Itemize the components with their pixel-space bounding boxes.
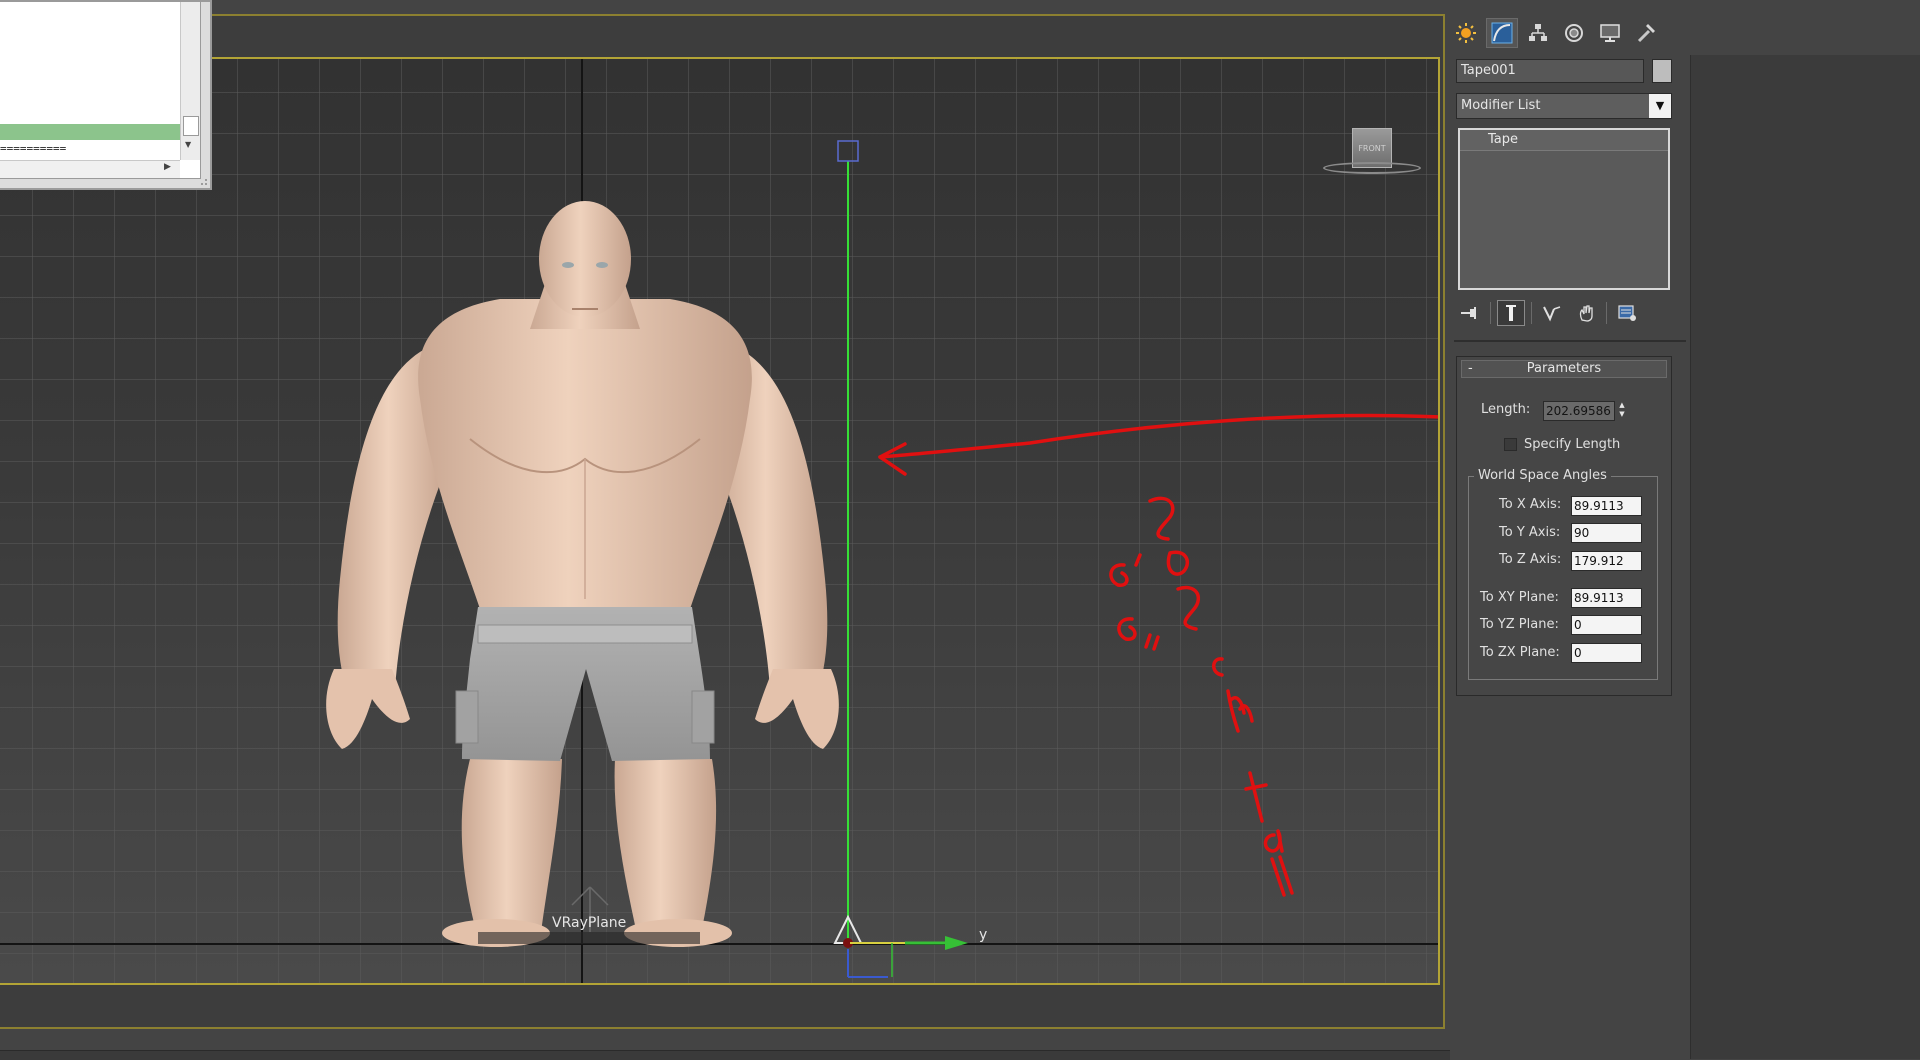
length-field[interactable]: 202.69586 <box>1543 401 1615 421</box>
display-icon <box>1600 24 1620 42</box>
toolbar-separator <box>1606 302 1607 324</box>
configure-sets-icon <box>1618 305 1636 321</box>
dialog-horizontal-scrollbar[interactable]: ▶ <box>0 160 180 178</box>
tab-create[interactable] <box>1450 18 1482 48</box>
resize-grip-icon[interactable] <box>200 178 208 186</box>
modifier-list-dropdown[interactable]: Modifier List ▼ <box>1456 93 1672 119</box>
dialog-vertical-scrollbar[interactable]: ▼ <box>180 2 200 160</box>
toolbar-separator <box>1531 302 1532 324</box>
world-space-angles-title: World Space Angles <box>1474 468 1611 483</box>
scroll-down-arrow-icon[interactable]: ▼ <box>185 140 191 149</box>
length-label: Length: <box>1481 402 1531 417</box>
configure-modifier-sets-button[interactable] <box>1613 300 1641 326</box>
modifier-stack-toolbar <box>1456 298 1672 328</box>
stack-item-tape[interactable]: Tape <box>1460 130 1668 151</box>
spinner-up-icon[interactable]: ▲ <box>1615 401 1629 410</box>
command-panel-tabs <box>1450 18 1662 48</box>
viewcube-face-label: FRONT <box>1358 144 1386 153</box>
make-unique-button[interactable] <box>1538 300 1566 326</box>
panel-divider <box>1454 340 1686 342</box>
to-zx-plane-field[interactable]: 0 <box>1571 643 1642 663</box>
scroll-right-arrow-icon[interactable]: ▶ <box>164 162 171 172</box>
hammer-icon <box>1637 24 1655 43</box>
dialog-separator-row[interactable]: ========== <box>0 140 180 158</box>
spinner-down-icon[interactable]: ▼ <box>1615 410 1629 419</box>
tab-modify[interactable] <box>1486 18 1518 48</box>
to-zx-plane-label: To ZX Plane: <box>1480 645 1560 660</box>
to-z-axis-field[interactable]: 179.912 <box>1571 551 1642 571</box>
motion-icon <box>1565 24 1583 42</box>
specify-length-checkbox[interactable] <box>1504 438 1517 451</box>
curve-icon <box>1491 22 1513 44</box>
object-color-swatch[interactable] <box>1652 59 1672 83</box>
viewcube-compass-ring[interactable] <box>1323 162 1421 174</box>
parameters-rollout-header[interactable]: - Parameters <box>1461 360 1667 378</box>
floating-dialog[interactable]: ========== ▼ ▶ <box>0 0 212 190</box>
to-yz-plane-label: To YZ Plane: <box>1480 617 1559 632</box>
length-spinner[interactable]: ▲ ▼ <box>1615 401 1629 421</box>
to-yz-plane-field[interactable]: 0 <box>1571 615 1642 635</box>
make-unique-icon <box>1543 306 1561 322</box>
to-z-axis-label: To Z Axis: <box>1499 552 1562 567</box>
dialog-selected-row[interactable] <box>0 124 180 140</box>
show-end-result-icon <box>1506 305 1516 321</box>
modifier-list-label: Modifier List <box>1461 98 1541 113</box>
tab-utilities[interactable] <box>1630 18 1662 48</box>
pin-stack-button[interactable] <box>1456 300 1484 326</box>
to-xy-plane-field[interactable]: 89.9113 <box>1571 588 1642 608</box>
y-axis-label: y <box>979 927 987 943</box>
hand-icon <box>1579 305 1593 322</box>
collapse-icon[interactable]: - <box>1468 361 1473 377</box>
front-viewport[interactable]: VRayPlane y FRONT <box>0 57 1440 985</box>
vray-plane-label: VRayPlane <box>552 915 626 931</box>
to-y-axis-label: To Y Axis: <box>1499 525 1561 540</box>
dialog-scroll-thumb[interactable] <box>183 116 199 136</box>
hierarchy-icon <box>1529 24 1547 41</box>
chevron-down-icon[interactable]: ▼ <box>1649 94 1671 118</box>
object-name-field[interactable]: Tape001 <box>1456 59 1644 83</box>
tab-display[interactable] <box>1594 18 1626 48</box>
tab-hierarchy[interactable] <box>1522 18 1554 48</box>
dialog-list[interactable]: ========== ▼ ▶ <box>0 2 201 179</box>
specify-length-label: Specify Length <box>1524 437 1621 452</box>
remove-modifier-button[interactable] <box>1572 300 1600 326</box>
modifier-stack[interactable]: Tape <box>1458 128 1670 290</box>
tab-motion[interactable] <box>1558 18 1590 48</box>
sun-icon <box>1456 23 1476 43</box>
to-y-axis-field[interactable]: 90 <box>1571 523 1642 543</box>
viewport-canvas[interactable]: VRayPlane y <box>0 59 1440 985</box>
toolbar-separator <box>1490 302 1491 324</box>
pin-icon <box>1461 307 1476 319</box>
right-empty-panel <box>1690 55 1920 1059</box>
to-x-axis-field[interactable]: 89.9113 <box>1571 496 1642 516</box>
show-end-result-button[interactable] <box>1497 300 1525 326</box>
to-x-axis-label: To X Axis: <box>1499 497 1562 512</box>
parameters-title: Parameters <box>1526 361 1602 376</box>
to-xy-plane-label: To XY Plane: <box>1480 590 1559 605</box>
